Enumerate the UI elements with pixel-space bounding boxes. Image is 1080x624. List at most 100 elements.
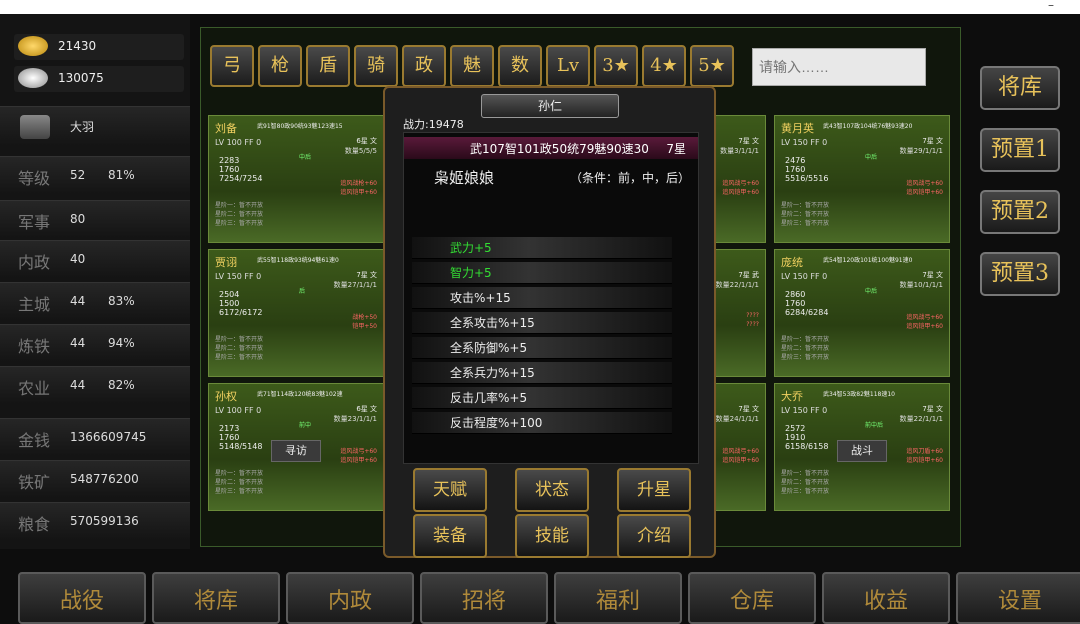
card-s2: 1500 <box>219 299 240 308</box>
card-name: 刘备 <box>215 122 237 135</box>
card-b1: 追风刀盾+60 <box>906 448 943 455</box>
bottom-nav-button[interactable]: 福利 <box>554 572 682 624</box>
filter-button[interactable]: 3★ <box>594 45 638 87</box>
filter-button[interactable]: 数 <box>498 45 542 87</box>
filter-button[interactable]: 5★ <box>690 45 734 87</box>
stat-row: 农业 44 82% <box>0 366 190 404</box>
card-b1: 追风战弓+60 <box>722 180 759 187</box>
filter-button[interactable]: 4★ <box>642 45 686 87</box>
card-name: 贾诩 <box>215 256 237 269</box>
filter-button[interactable]: Lv <box>546 45 590 87</box>
talent-condition: （条件：前，中，后） <box>569 171 690 185</box>
side-button[interactable]: 预置1 <box>980 128 1060 172</box>
stat-value: 44 <box>70 294 86 308</box>
bottom-nav-button[interactable]: 战役 <box>18 572 146 624</box>
stat-label: 铁矿 <box>18 473 51 492</box>
card-r3: 星阶三：暂不开放 <box>781 488 830 495</box>
card-pos: 中后 <box>865 154 878 161</box>
bottom-nav-button[interactable]: 招将 <box>420 572 548 624</box>
bottom-nav-button[interactable]: 设置 <box>956 572 1080 624</box>
card-r2: 星阶二：暂不开放 <box>215 479 264 486</box>
leader-row[interactable]: 大羽 <box>0 106 190 146</box>
filter-button[interactable]: 弓 <box>210 45 254 87</box>
card-attrs: 武34智53政82魅118速10 <box>823 391 895 398</box>
card-stars: 7星 文 <box>738 137 759 145</box>
card-lv: LV 150 FF 0 <box>215 272 262 281</box>
card-r3: 星阶三：暂不开放 <box>215 488 264 495</box>
popup-tab-button[interactable]: 技能 <box>515 514 589 558</box>
popup-tab-button[interactable]: 介绍 <box>617 514 691 558</box>
popup-tab-button[interactable]: 天赋 <box>413 468 487 512</box>
search-input[interactable] <box>752 48 926 86</box>
general-card[interactable]: 庞统 武54智120政101统100魅91速0 LV 150 FF 0 2860 176… <box>774 249 950 377</box>
stat-label: 粮食 <box>18 515 51 534</box>
filter-button[interactable]: 政 <box>402 45 446 87</box>
popup-tab-button[interactable]: 状态 <box>515 468 589 512</box>
resource-panel: 21430 130075 大羽 等级 52 81% 军事 80 内政 40 主城 44 83% 炼铁… <box>0 14 190 549</box>
filter-button[interactable]: 枪 <box>258 45 302 87</box>
card-pos: 前中 <box>299 422 312 429</box>
stat-label: 金钱 <box>18 431 51 450</box>
card-qty: 数量22/1/1/1 <box>715 281 759 289</box>
popup-tab-button[interactable]: 升星 <box>617 468 691 512</box>
gold-counter: 21430 <box>14 34 184 60</box>
general-card[interactable]: 贾诩 武55智118政93统94魅61速0 LV 150 FF 0 2504 1500 6… <box>208 249 384 377</box>
card-pos: 后 <box>299 288 306 295</box>
card-r2: 星阶二：暂不开放 <box>215 211 264 218</box>
card-s2: 1760 <box>785 165 806 174</box>
game-screen: – 21430 130075 大羽 等级 52 81% 军事 80 内政 40 主城 44 83%… <box>0 0 1080 624</box>
card-s1: 2504 <box>219 290 240 299</box>
bottom-nav-button[interactable]: 收益 <box>822 572 950 624</box>
card-qty: 数量23/1/1/1 <box>333 415 377 423</box>
card-attrs: 武43智107政104统76魅93速20 <box>823 123 913 130</box>
filter-button[interactable]: 骑 <box>354 45 398 87</box>
stat-value: 570599136 <box>70 514 139 528</box>
card-r1: 星阶一：暂不开放 <box>781 470 830 477</box>
general-card[interactable]: 刘备 武91智80政90统93魅123速15 LV 100 FF 0 2283 1760… <box>208 115 384 243</box>
card-action-button[interactable]: 战斗 <box>837 440 887 462</box>
bottom-nav-button[interactable]: 内政 <box>286 572 414 624</box>
stat-percent: 81% <box>108 168 135 182</box>
card-s1: 2476 <box>785 156 806 165</box>
stat-label: 炼铁 <box>18 337 51 356</box>
card-pos: 前中后 <box>865 422 884 429</box>
side-button[interactable]: 将库 <box>980 66 1060 110</box>
filter-button[interactable]: 盾 <box>306 45 350 87</box>
attribute-bar: 武107智101政50统79魅90速30 7星 <box>404 137 698 159</box>
general-card[interactable]: 孙权 武71智114政120统83魅102速 LV 100 FF 0 2173 1760… <box>208 383 384 511</box>
talent-effect-row: 反击几率%+5 <box>412 387 672 409</box>
bottom-nav-button[interactable]: 仓库 <box>688 572 816 624</box>
stat-row: 炼铁 44 94% <box>0 324 190 362</box>
general-card[interactable]: 黄月英 武43智107政104统76魅93速20 LV 150 FF 0 2476 17… <box>774 115 950 243</box>
stat-label: 等级 <box>18 169 51 188</box>
stat-row: 内政 40 <box>0 240 190 278</box>
card-qty: 数量10/1/1/1 <box>899 281 943 289</box>
talent-effect-row: 全系兵力%+15 <box>412 362 672 384</box>
silver-value: 130075 <box>58 71 104 85</box>
combat-power: 战力:19478 <box>403 118 464 131</box>
silver-counter: 130075 <box>14 66 184 92</box>
card-action-button[interactable]: 寻访 <box>271 440 321 462</box>
card-stars: 6星 文 <box>356 137 377 145</box>
stat-row: 粮食 570599136 <box>0 502 190 540</box>
talent-effect-row: 全系防御%+5 <box>412 337 672 359</box>
side-button[interactable]: 预置2 <box>980 190 1060 234</box>
stat-value: 52 <box>70 168 86 182</box>
minimize-button[interactable]: – <box>1048 0 1054 12</box>
stat-row: 铁矿 548776200 <box>0 460 190 498</box>
card-b2: 追风铠甲+60 <box>722 457 759 464</box>
card-lv: LV 100 FF 0 <box>215 406 262 415</box>
card-attrs: 武71智114政120统83魅102速 <box>257 391 343 398</box>
card-s3: 5148/5148 <box>219 442 263 451</box>
general-card[interactable]: 大乔 武34智53政82魅118速10 LV 150 FF 0 2572 1910 615… <box>774 383 950 511</box>
talent-effect-row: 全系攻击%+15 <box>412 312 672 334</box>
card-name: 孙权 <box>215 390 237 403</box>
bottom-nav-button[interactable]: 将库 <box>152 572 280 624</box>
card-r1: 星阶一：暂不开放 <box>215 336 264 343</box>
card-s1: 2572 <box>785 424 806 433</box>
card-s2: 1760 <box>785 299 806 308</box>
card-name: 庞统 <box>781 256 803 269</box>
popup-tab-button[interactable]: 装备 <box>413 514 487 558</box>
filter-button[interactable]: 魅 <box>450 45 494 87</box>
side-button[interactable]: 预置3 <box>980 252 1060 296</box>
